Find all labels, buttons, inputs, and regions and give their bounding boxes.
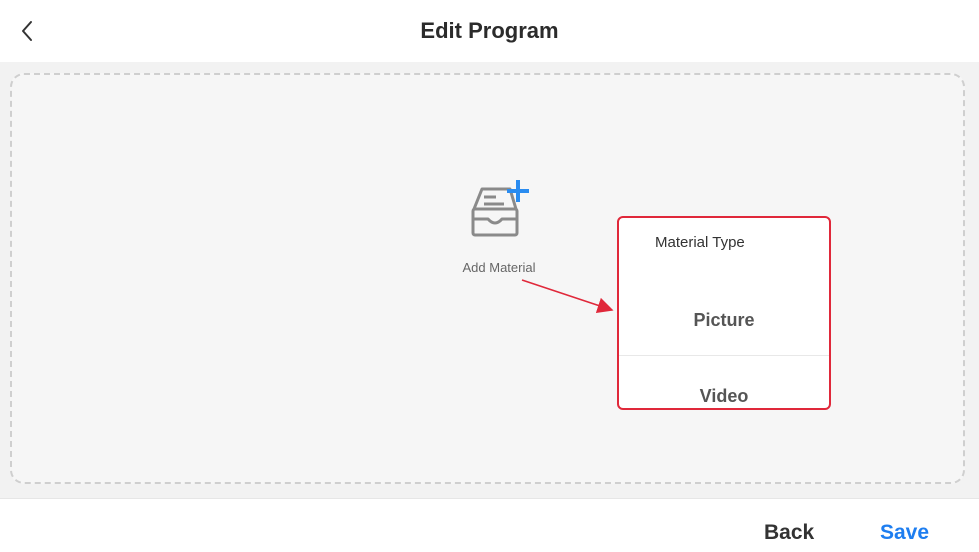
back-button[interactable]: Back: [764, 521, 814, 545]
page-title: Edit Program: [420, 18, 559, 43]
option-video[interactable]: Video: [619, 386, 829, 407]
save-button[interactable]: Save: [880, 521, 929, 545]
menu-divider: [619, 355, 829, 356]
material-type-menu: Material Type Picture Video: [617, 216, 831, 410]
footer-bar: Back Save: [0, 498, 979, 552]
add-material-button[interactable]: Add Material: [446, 175, 552, 285]
option-picture[interactable]: Picture: [619, 310, 829, 331]
header-bar: Edit Program: [0, 0, 979, 62]
add-material-label: Add Material: [462, 260, 536, 275]
material-type-title: Material Type: [655, 234, 745, 251]
tray-add-icon: [471, 180, 529, 237]
